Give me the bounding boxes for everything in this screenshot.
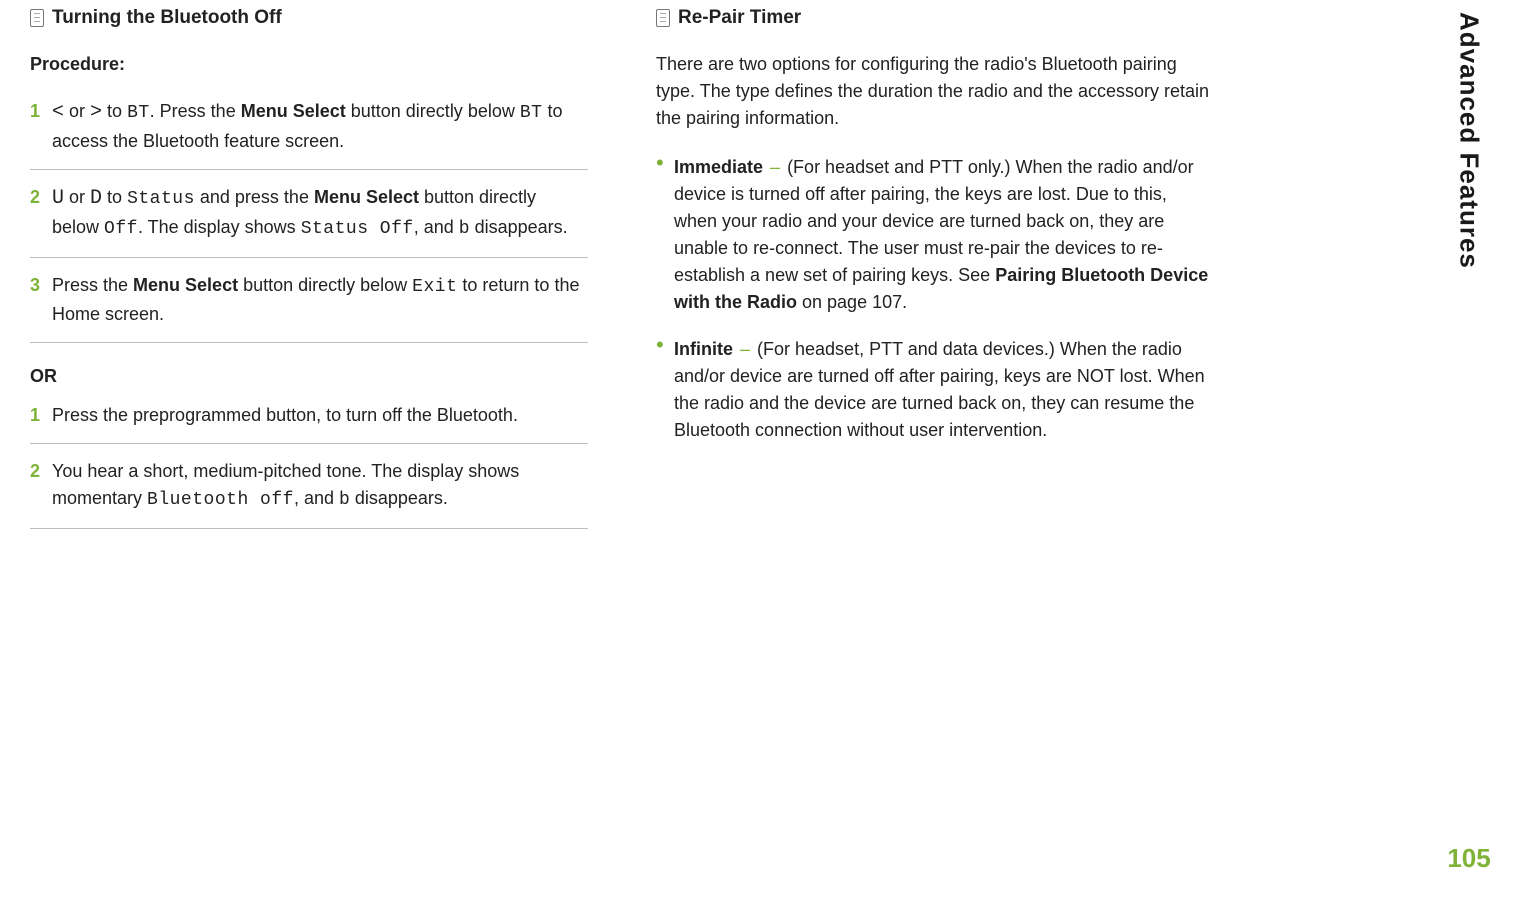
option-title: Immediate <box>674 157 763 177</box>
text: Press the <box>52 275 133 295</box>
code-status: Status <box>127 189 195 209</box>
right-column: Re-Pair Timer There are two options for … <box>640 4 1230 888</box>
text: , and <box>414 217 459 237</box>
text: button directly below <box>238 275 412 295</box>
option-title: Infinite <box>674 339 733 359</box>
intro-paragraph: There are two options for configuring th… <box>656 51 1214 132</box>
text: , and <box>294 488 339 508</box>
code-bt-off: Bluetooth off <box>147 490 294 510</box>
procedure-label: Procedure: <box>30 51 588 78</box>
menu-select-label: Menu Select <box>241 101 346 121</box>
step-b2: You hear a short, medium-pitched tone. T… <box>30 444 588 529</box>
options-list: Immediate – (For headset and PTT only.) … <box>656 150 1214 460</box>
bluetooth-symbol: b <box>459 219 470 239</box>
text: or <box>64 187 90 207</box>
text: and press the <box>195 187 314 207</box>
code-status-off: Status Off <box>301 219 414 239</box>
text: to <box>102 187 127 207</box>
nav-left-key: < <box>52 101 64 124</box>
left-heading-row: Turning the Bluetooth Off <box>30 4 588 33</box>
text: to <box>102 101 127 121</box>
code-exit: Exit <box>412 277 457 297</box>
code-off: Off <box>104 219 138 239</box>
page-number: 105 <box>1447 843 1490 874</box>
down-key: D <box>90 187 102 210</box>
menu-select-label: Menu Select <box>314 187 419 207</box>
up-key: U <box>52 187 64 210</box>
left-heading: Turning the Bluetooth Off <box>52 4 282 33</box>
steps-list-a: < or > to BT. Press the Menu Select butt… <box>30 94 588 343</box>
code-bt2: BT <box>520 103 543 123</box>
step-b1: Press the preprogrammed button, to turn … <box>30 398 588 444</box>
or-label: OR <box>30 363 588 390</box>
right-heading: Re-Pair Timer <box>678 4 801 33</box>
step-a3: Press the Menu Select button directly be… <box>30 258 588 343</box>
menu-select-label: Menu Select <box>133 275 238 295</box>
text: . <box>902 292 907 312</box>
bluetooth-symbol: b <box>339 490 350 510</box>
document-icon <box>30 9 44 27</box>
text: button directly below <box>346 101 520 121</box>
dash: – <box>763 157 787 177</box>
text: Press the preprogrammed button, to turn … <box>52 405 518 425</box>
step-a2: U or D to Status and press the Menu Sele… <box>30 170 588 258</box>
chapter-title: Advanced Features <box>1454 12 1485 269</box>
code-bt: BT <box>127 103 150 123</box>
text: or <box>64 101 90 121</box>
page: Turning the Bluetooth Off Procedure: < o… <box>0 0 1514 898</box>
option-immediate: Immediate – (For headset and PTT only.) … <box>656 150 1214 332</box>
text: disappears. <box>350 488 448 508</box>
left-column: Turning the Bluetooth Off Procedure: < o… <box>14 4 604 888</box>
text: . Press the <box>150 101 241 121</box>
text: . The display shows <box>138 217 301 237</box>
right-heading-row: Re-Pair Timer <box>656 4 1214 33</box>
right-margin: Advanced Features 105 <box>1450 12 1488 874</box>
text: on <box>797 292 827 312</box>
nav-right-key: > <box>90 101 102 124</box>
page-ref: page 107 <box>827 292 902 312</box>
option-infinite: Infinite – (For headset, PTT and data de… <box>656 332 1214 460</box>
dash: – <box>733 339 757 359</box>
document-icon <box>656 9 670 27</box>
step-a1: < or > to BT. Press the Menu Select butt… <box>30 94 588 170</box>
steps-list-b: Press the preprogrammed button, to turn … <box>30 398 588 529</box>
text: disappears. <box>470 217 568 237</box>
